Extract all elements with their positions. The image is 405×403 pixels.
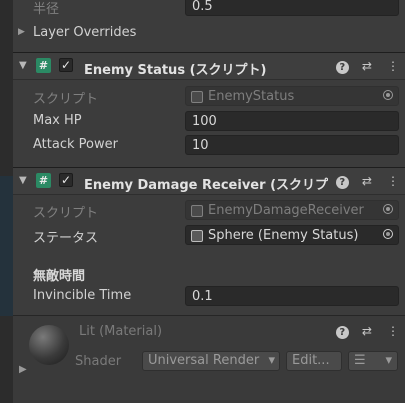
enable-checkbox[interactable]: ✓	[59, 58, 73, 72]
chevron-down-icon: ▾	[385, 353, 392, 368]
chevron-down-icon: ▾	[268, 353, 275, 368]
layer-overrides-label: Layer Overrides	[33, 25, 137, 40]
status-field[interactable]: Sphere (Enemy Status)	[185, 225, 399, 245]
script-row: スクリプト EnemyDamageReceiver	[13, 198, 405, 222]
script-asset-icon	[191, 205, 203, 217]
material-preview-sphere	[29, 325, 69, 365]
section-header-row: 無敵時間	[13, 261, 405, 285]
help-icon[interactable]: ?	[335, 61, 349, 74]
invincible-time-field[interactable]: 0.1	[185, 286, 399, 306]
script-field: EnemyDamageReceiver	[185, 200, 399, 220]
invincible-time-label: Invincible Time	[33, 288, 132, 303]
status-row: ステータス Sphere (Enemy Status)	[13, 223, 405, 247]
shader-options-dropdown[interactable]: ☰ ▾	[348, 351, 398, 371]
shader-label: Shader	[75, 354, 122, 369]
object-picker-icon[interactable]	[383, 229, 393, 239]
script-icon: #	[36, 173, 51, 188]
layer-overrides-foldout[interactable]: ▶ Layer Overrides	[13, 21, 405, 45]
header-icons: ? ⇄ ⋮	[330, 58, 401, 74]
component-title: Enemy Damage Receiver (スクリプト)	[84, 178, 328, 193]
foldout-arrow-icon[interactable]: ▶	[19, 364, 27, 375]
script-field: EnemyStatus	[185, 86, 399, 106]
inspector-panel: 半径 0.5 ▶ Layer Overrides ▼ # ✓ Enemy Sta…	[13, 0, 405, 403]
enable-checkbox[interactable]: ✓	[59, 173, 73, 187]
header-icons: ? ⇄ ⋮	[330, 173, 401, 189]
script-label: スクリプト	[33, 92, 99, 107]
status-label: ステータス	[33, 231, 99, 246]
material-name: Lit (Material)	[79, 324, 163, 339]
help-icon[interactable]: ?	[335, 326, 349, 339]
script-asset-icon	[191, 91, 203, 103]
foldout-open-icon[interactable]: ▼	[19, 175, 27, 186]
foldout-arrow-icon[interactable]: ▶	[18, 27, 25, 37]
radius-field[interactable]: 0.5	[185, 0, 399, 16]
object-picker-icon	[383, 204, 393, 214]
max-hp-row: Max HP 100	[13, 109, 405, 133]
presets-icon[interactable]: ⇄	[359, 58, 375, 74]
shader-dropdown[interactable]: Universal Render ▾	[142, 351, 280, 371]
material-section: Lit (Material) ? ⇄ ⋮ ▶ Shader Universal …	[13, 316, 405, 403]
component-icon	[191, 230, 203, 242]
foldout-open-icon[interactable]: ▼	[19, 60, 27, 71]
script-label: スクリプト	[33, 206, 99, 221]
object-picker-icon	[383, 90, 393, 100]
list-icon: ☰	[354, 353, 366, 368]
help-icon[interactable]: ?	[335, 176, 349, 189]
status-value: Sphere (Enemy Status)	[208, 228, 359, 243]
left-edge-strip	[0, 0, 13, 403]
presets-icon[interactable]: ⇄	[359, 173, 375, 189]
script-value: EnemyDamageReceiver	[208, 203, 364, 218]
material-header-icons: ? ⇄ ⋮	[330, 323, 401, 339]
presets-icon[interactable]: ⇄	[359, 323, 375, 339]
radius-label: 半径	[33, 2, 60, 17]
attack-power-label: Attack Power	[33, 137, 118, 152]
component-title: Enemy Status (スクリプト)	[84, 63, 267, 78]
menu-icon[interactable]: ⋮	[385, 323, 401, 339]
script-value: EnemyStatus	[208, 89, 295, 104]
radius-row: 半径 0.5	[13, 0, 405, 18]
script-row: スクリプト EnemyStatus	[13, 84, 405, 108]
attack-power-field[interactable]: 10	[185, 135, 399, 155]
menu-icon[interactable]: ⋮	[385, 58, 401, 74]
attack-power-row: Attack Power 10	[13, 133, 405, 157]
max-hp-label: Max HP	[33, 113, 82, 128]
menu-icon[interactable]: ⋮	[385, 173, 401, 189]
enemy-damage-receiver-header[interactable]: ▼ # ✓ Enemy Damage Receiver (スクリプト) ? ⇄ …	[13, 167, 405, 195]
script-icon: #	[36, 58, 51, 73]
selection-accent	[0, 176, 13, 316]
enemy-status-header[interactable]: ▼ # ✓ Enemy Status (スクリプト) ? ⇄ ⋮	[13, 52, 405, 80]
section-header: 無敵時間	[33, 269, 86, 284]
shader-value: Universal Render	[148, 353, 260, 368]
max-hp-field[interactable]: 100	[185, 111, 399, 131]
invincible-time-row: Invincible Time 0.1	[13, 284, 405, 308]
edit-shader-button[interactable]: Edit...	[286, 351, 342, 371]
